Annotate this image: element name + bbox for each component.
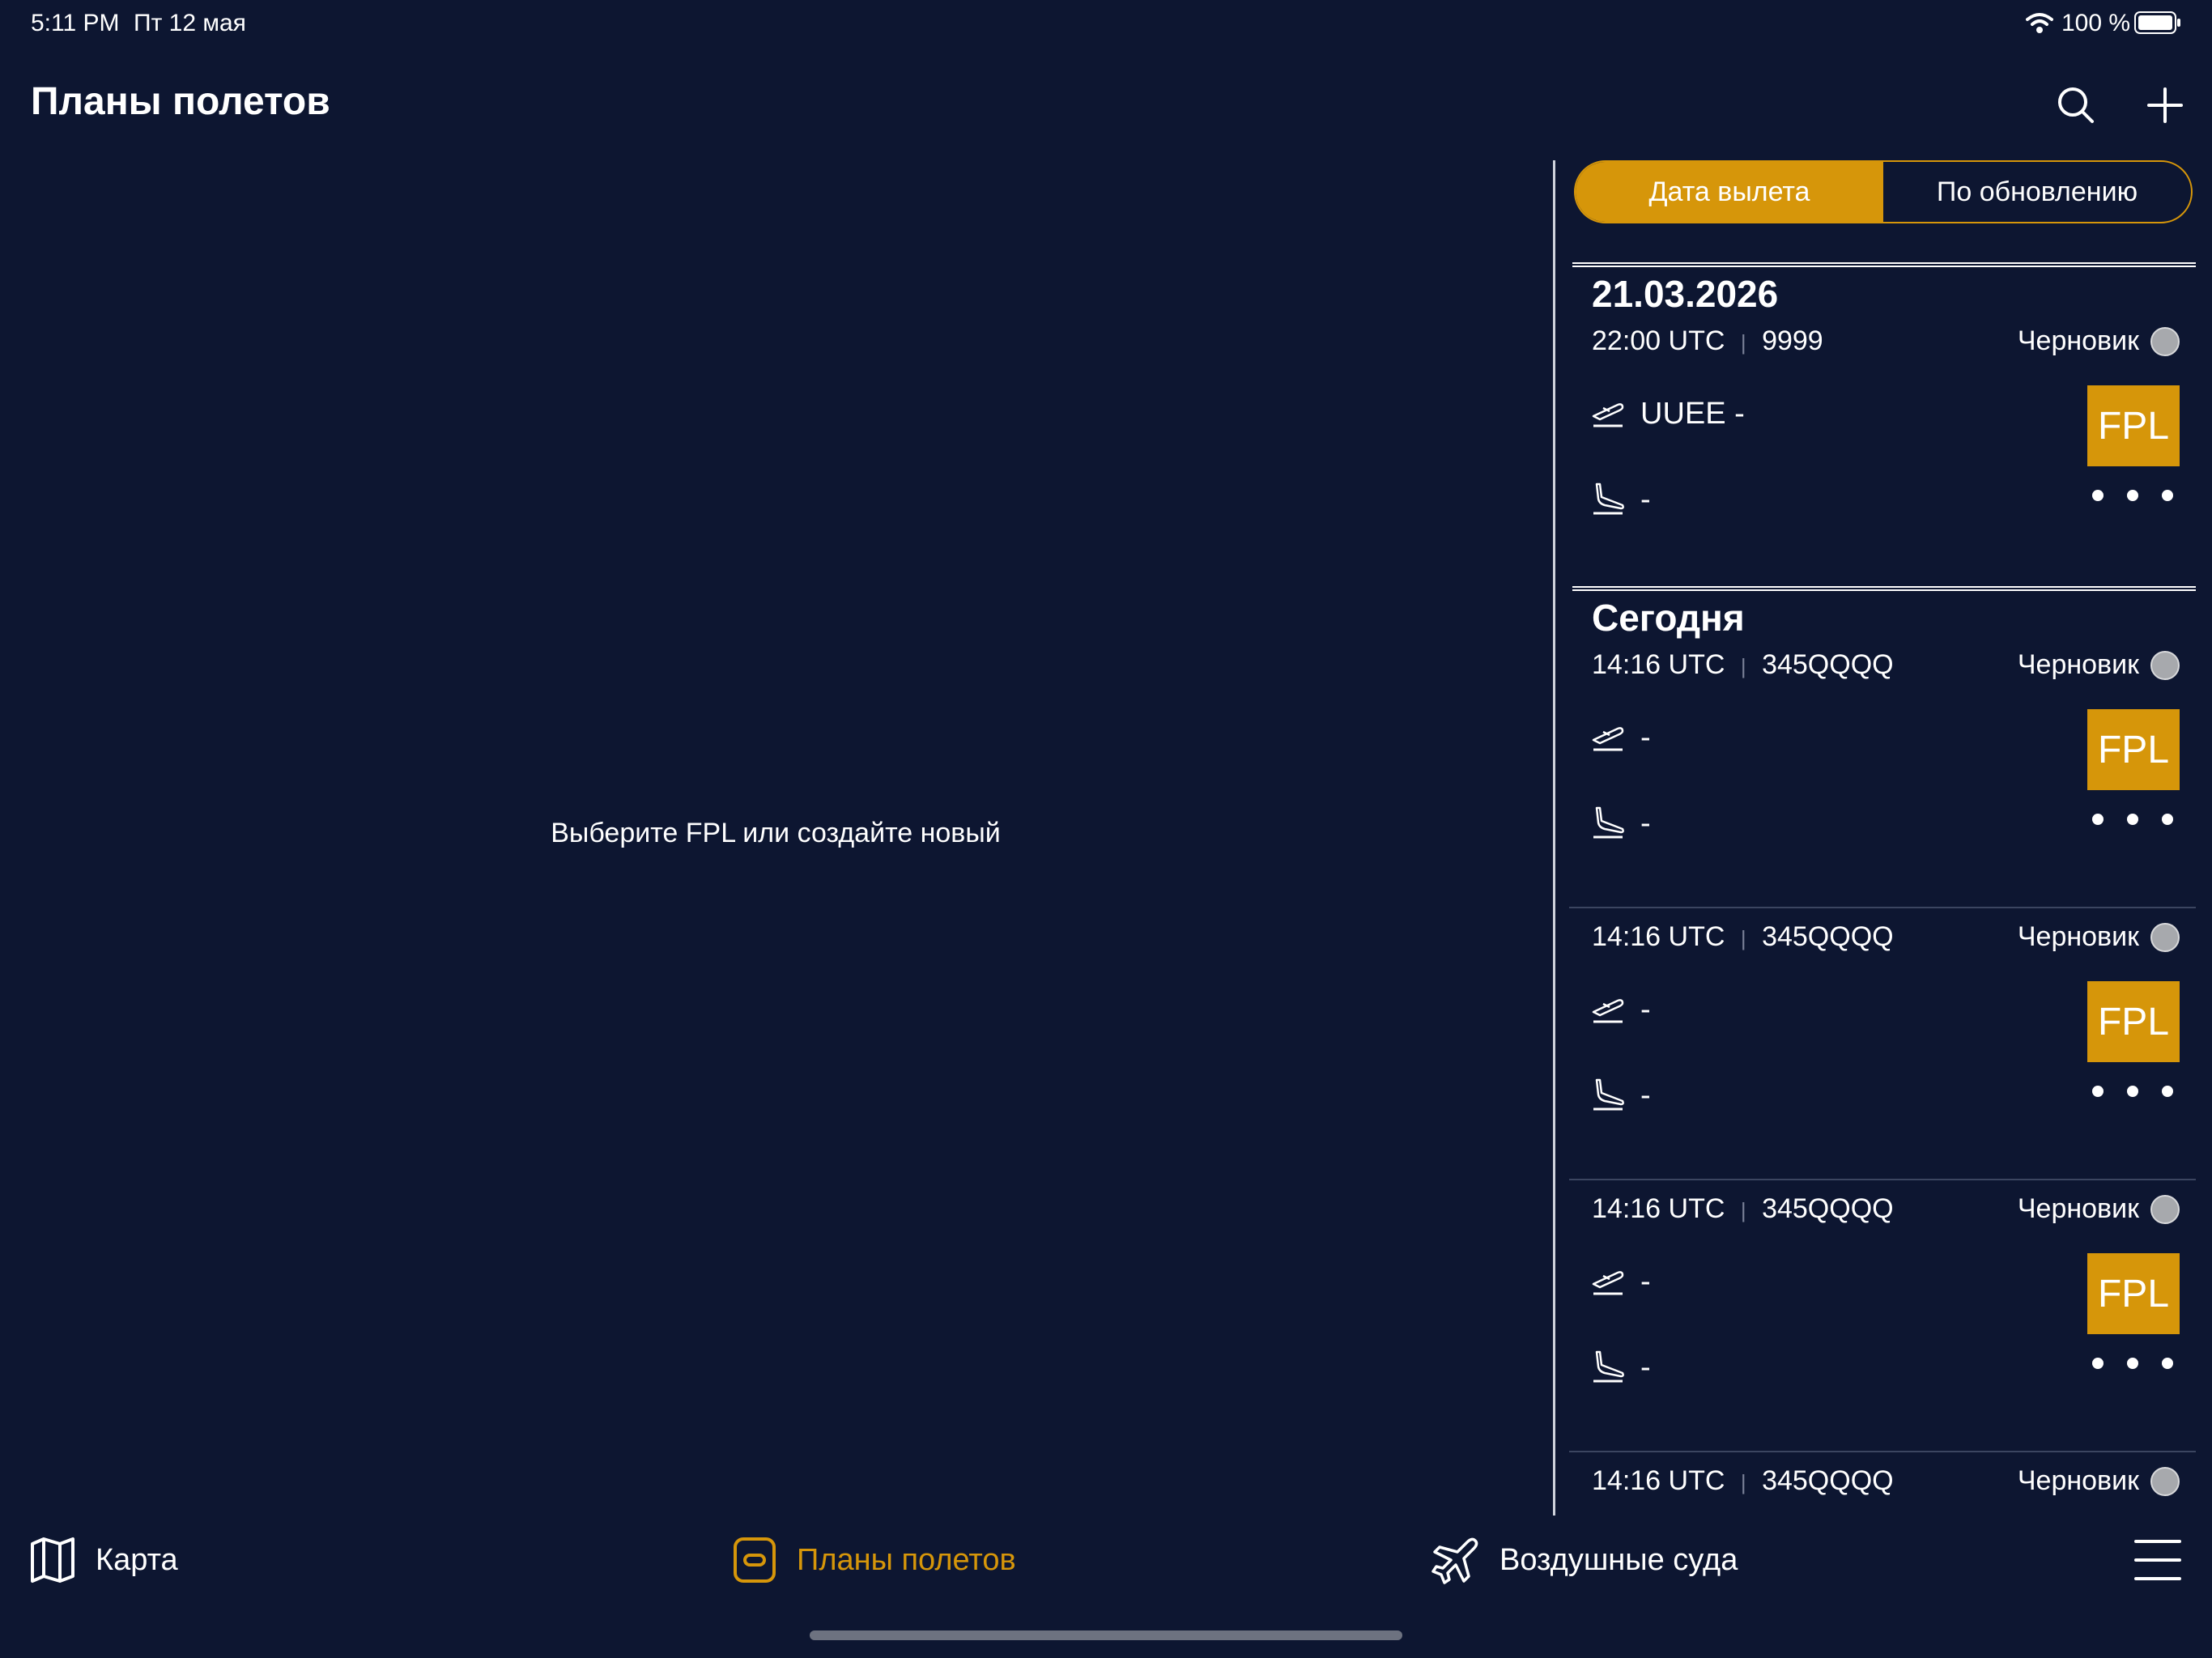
card-header-line: 14:16 UTC | 345QQQQ: [1592, 1465, 1894, 1497]
landing-icon: [1593, 1078, 1624, 1111]
takeoff-icon: [1592, 1271, 1624, 1295]
status-label: Черновик: [2017, 1465, 2139, 1496]
fpl-badge[interactable]: FPL: [2087, 709, 2180, 790]
page-title: Планы полетов: [31, 80, 330, 123]
flight-plan-card[interactable]: 14:16 UTC | 345QQQQ Черновик: [1569, 1452, 2196, 1499]
airplane-icon: [1431, 1537, 1478, 1584]
flight-plans-icon: [734, 1537, 776, 1583]
takeoff-icon: [1592, 727, 1624, 751]
status-time: 5:11 PM: [31, 10, 120, 36]
flight-code: 9999: [1762, 325, 1823, 356]
status-indicator: [2150, 1467, 2180, 1496]
flight-plan-card[interactable]: 22:00 UTC | 9999 Черновик UUEE - FPL -: [1569, 312, 2196, 585]
card-header-line: 22:00 UTC | 9999: [1592, 325, 1823, 357]
card-header-line: 14:16 UTC | 345QQQQ: [1592, 649, 1894, 681]
departure-airport: -: [1640, 721, 1651, 755]
sort-by-departure-date[interactable]: Дата вылета: [1576, 162, 1883, 222]
status-indicator: [2150, 1195, 2180, 1224]
status-indicator: [2150, 651, 2180, 680]
fpl-badge[interactable]: FPL: [2087, 1253, 2180, 1334]
departure-time: 14:16 UTC: [1592, 1193, 1725, 1224]
landing-icon: [1593, 806, 1624, 839]
arrival-airport: -: [1640, 806, 1651, 840]
takeoff-icon: [1592, 403, 1624, 427]
more-options-button[interactable]: [2092, 479, 2173, 512]
add-plan-button[interactable]: [2136, 76, 2194, 134]
header-separator: |: [1740, 1470, 1746, 1494]
departure-airport: UUEE -: [1640, 397, 1745, 431]
header-separator: |: [1740, 654, 1746, 678]
group-divider: [1572, 586, 2196, 591]
more-options-button[interactable]: [2092, 1075, 2173, 1107]
more-options-button[interactable]: [2092, 803, 2173, 835]
tab-flight-plans[interactable]: Планы полетов: [732, 1516, 1016, 1605]
empty-state-message: Выберите FPL или создайте новый: [551, 818, 1001, 848]
flight-plan-card[interactable]: 14:16 UTC | 345QQQQ Черновик - FPL -: [1569, 636, 2196, 908]
header-separator: |: [1740, 330, 1746, 355]
card-header-line: 14:16 UTC | 345QQQQ: [1592, 1193, 1894, 1225]
sort-segmented-control: Дата вылета По обновлению: [1574, 160, 2193, 223]
status-label: Черновик: [2017, 921, 2139, 952]
departure-airport: -: [1640, 993, 1651, 1027]
departure-time: 22:00 UTC: [1592, 325, 1725, 356]
pane-divider: [1553, 160, 1555, 1516]
battery-percentage: 100 %: [2061, 10, 2131, 36]
status-indicator: [2150, 923, 2180, 952]
card-header-line: 14:16 UTC | 345QQQQ: [1592, 921, 1894, 953]
group-divider: [1572, 262, 2196, 267]
flight-code: 345QQQQ: [1762, 649, 1894, 680]
header-separator: |: [1740, 1198, 1746, 1222]
tab-label: Планы полетов: [797, 1542, 1016, 1577]
flight-code: 345QQQQ: [1762, 921, 1894, 952]
departure-time: 14:16 UTC: [1592, 921, 1725, 952]
landing-icon: [1593, 483, 1624, 515]
flight-plan-card[interactable]: 14:16 UTC | 345QQQQ Черновик - FPL -: [1569, 908, 2196, 1180]
tab-label: Воздушные суда: [1499, 1542, 1738, 1577]
search-button[interactable]: [2047, 76, 2105, 134]
fpl-badge[interactable]: FPL: [2087, 981, 2180, 1062]
search-icon: [2058, 87, 2094, 123]
fpl-badge[interactable]: FPL: [2087, 385, 2180, 466]
tab-map[interactable]: Карта: [29, 1516, 178, 1605]
status-indicator: [2150, 327, 2180, 356]
flight-code: 345QQQQ: [1762, 1193, 1894, 1224]
status-label: Черновик: [2017, 1193, 2139, 1224]
flight-code: 345QQQQ: [1762, 1465, 1894, 1496]
home-indicator: [810, 1630, 1402, 1640]
flight-plan-list[interactable]: 21.03.2026 22:00 UTC | 9999 Черновик UUE…: [1569, 256, 2196, 1499]
status-label: Черновик: [2017, 649, 2139, 680]
tab-label: Карта: [96, 1542, 178, 1577]
group-title: 21.03.2026: [1592, 273, 1779, 315]
map-icon: [31, 1537, 74, 1583]
wifi-icon: [2026, 13, 2053, 33]
status-date: Пт 12 мая: [134, 10, 246, 36]
takeoff-icon: [1592, 999, 1624, 1023]
status-bar: 5:11 PM Пт 12 мая 100 %: [0, 0, 2212, 50]
departure-time: 14:16 UTC: [1592, 649, 1725, 680]
arrival-airport: -: [1640, 1350, 1651, 1384]
departure-airport: -: [1640, 1265, 1651, 1299]
flight-plan-card[interactable]: 14:16 UTC | 345QQQQ Черновик - FPL -: [1569, 1180, 2196, 1452]
status-label: Черновик: [2017, 325, 2139, 356]
battery-icon: [2134, 11, 2180, 34]
more-options-button[interactable]: [2092, 1347, 2173, 1380]
group-title: Сегодня: [1592, 597, 1745, 639]
sort-by-update[interactable]: По обновлению: [1883, 162, 2191, 222]
arrival-airport: -: [1640, 483, 1651, 517]
landing-icon: [1593, 1350, 1624, 1383]
arrival-airport: -: [1640, 1078, 1651, 1112]
plus-icon: [2147, 87, 2183, 123]
tab-aircraft[interactable]: Воздушные суда: [1431, 1516, 1738, 1605]
menu-icon: [2134, 1540, 2181, 1580]
departure-time: 14:16 UTC: [1592, 1465, 1725, 1496]
header-separator: |: [1740, 926, 1746, 950]
tab-menu[interactable]: [2134, 1516, 2181, 1605]
